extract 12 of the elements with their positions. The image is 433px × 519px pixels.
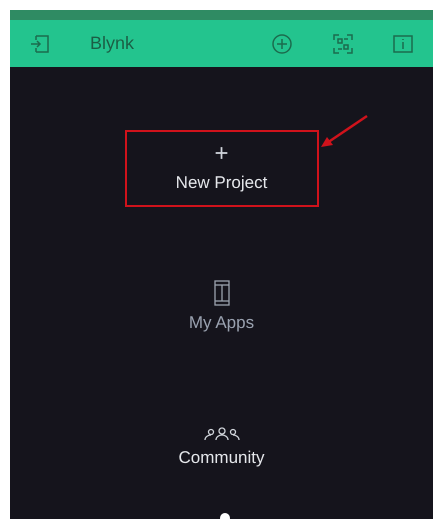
menu-item[interactable]: Community bbox=[124, 410, 318, 487]
annotation-arrow bbox=[318, 114, 368, 150]
info-icon[interactable] bbox=[393, 34, 413, 54]
menu-item[interactable]: + New Project bbox=[124, 130, 318, 207]
tablet-icon bbox=[214, 280, 230, 306]
qr-scan-icon[interactable] bbox=[333, 34, 353, 54]
plus-icon: + bbox=[214, 142, 228, 166]
add-icon[interactable] bbox=[271, 32, 293, 54]
app-title: Blynk bbox=[90, 32, 134, 55]
people-icon bbox=[202, 426, 242, 441]
menu-item[interactable]: My Apps bbox=[124, 269, 318, 346]
logout-icon[interactable] bbox=[30, 34, 50, 54]
